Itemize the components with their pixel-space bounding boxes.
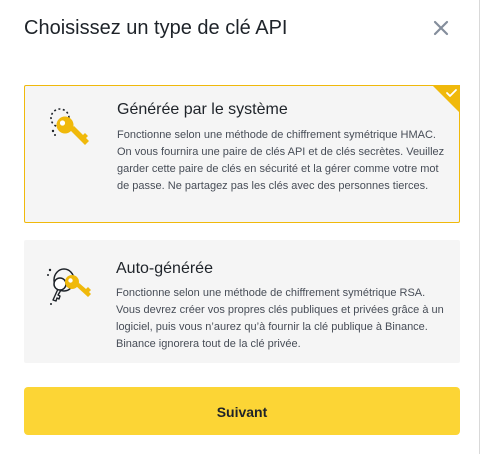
option-system-generated[interactable]: Générée par le système Fonctionne selon … [24, 85, 460, 223]
option-title: Auto-générée [116, 260, 213, 277]
close-button[interactable] [431, 18, 451, 38]
selected-check-icon [432, 85, 460, 113]
close-icon [433, 20, 449, 36]
option-self-generated[interactable]: Auto-générée Fonctionne selon une méthod… [24, 240, 460, 363]
option-description: Fonctionne selon une méthode de chiffrem… [117, 129, 445, 192]
dialog-title: Choisissez un type de clé API [24, 17, 288, 39]
dialog-header: Choisissez un type de clé API [24, 14, 455, 44]
api-key-type-dialog: Choisissez un type de clé API Générée pa… [0, 0, 480, 454]
key-icon [50, 108, 89, 145]
option-title: Générée par le système [117, 101, 288, 118]
next-button[interactable]: Suivant [24, 387, 460, 435]
option-description: Fonctionne selon une méthode de chiffrem… [116, 287, 444, 350]
keys-icon [47, 268, 91, 305]
